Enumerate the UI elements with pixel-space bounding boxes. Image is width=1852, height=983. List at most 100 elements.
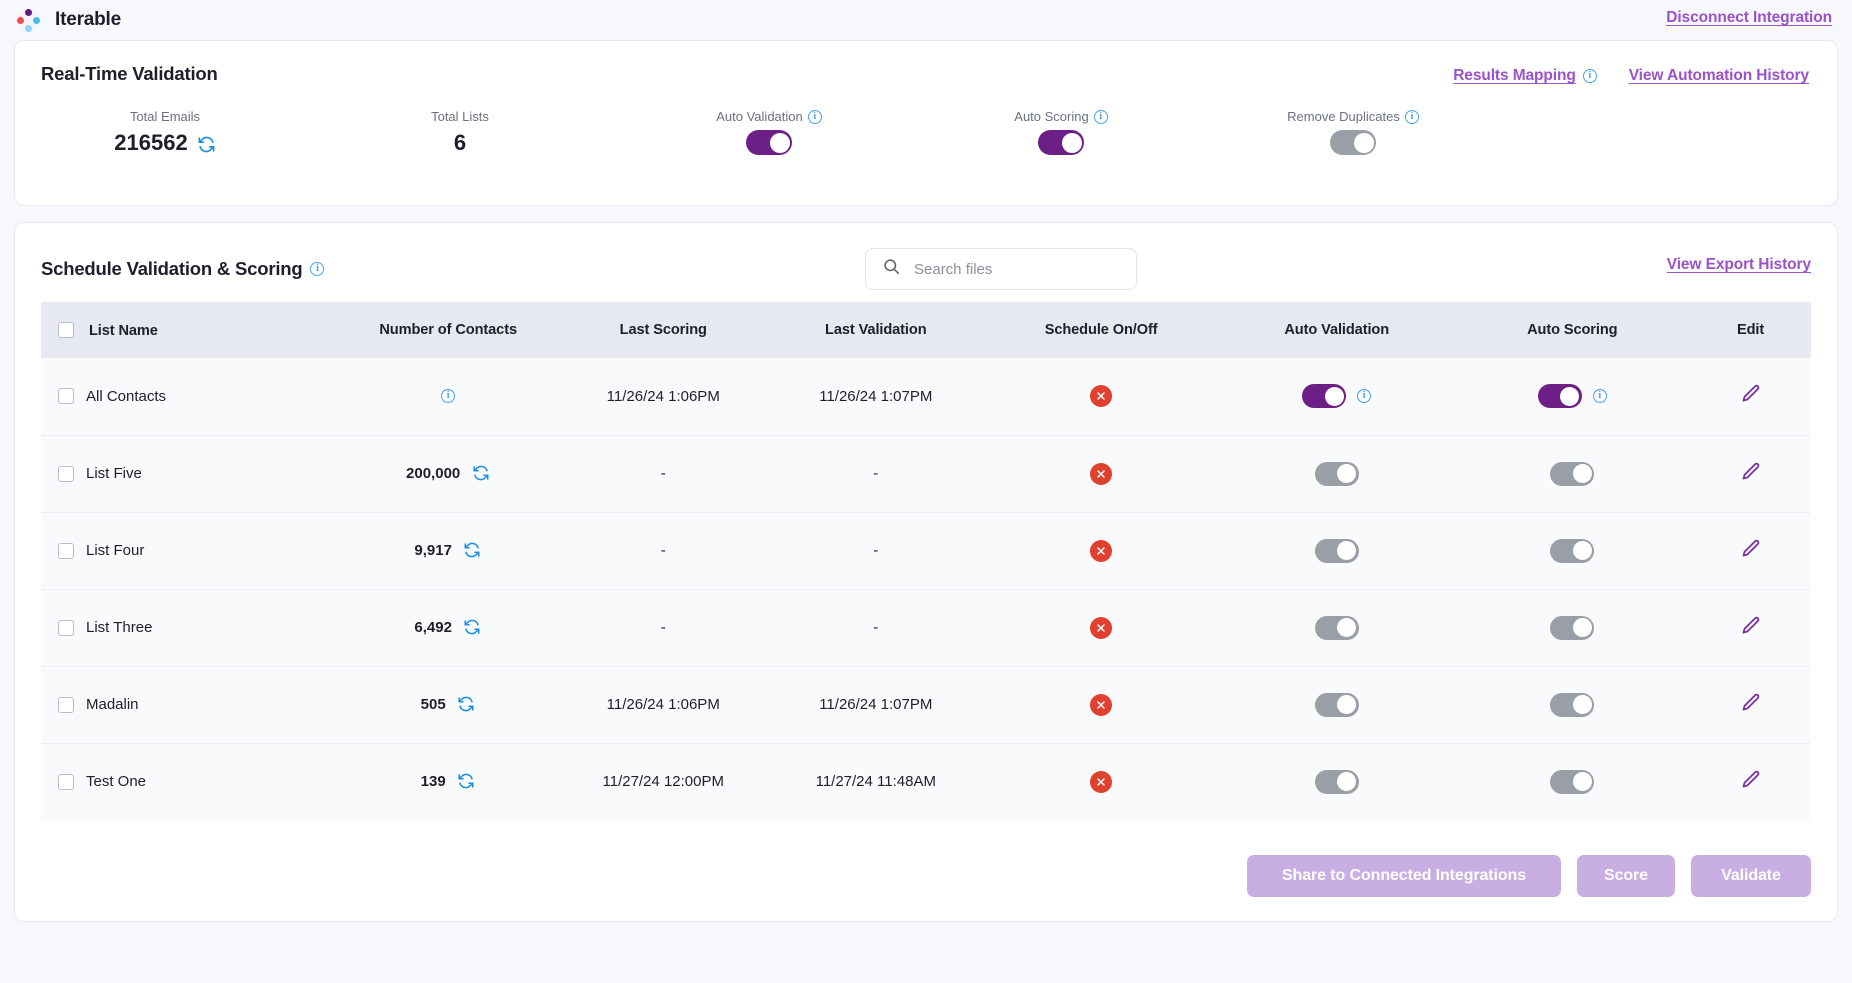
info-icon[interactable]: i (310, 262, 325, 276)
row-edit-cell (1690, 743, 1811, 820)
info-icon[interactable]: i (1592, 389, 1607, 404)
pencil-icon[interactable] (1740, 383, 1762, 409)
schedule-title: Schedule Validation & Scoring (41, 258, 303, 279)
row-last-scoring: 11/27/24 12:00PM (602, 773, 724, 791)
row-last-validation: - (873, 542, 879, 559)
pencil-icon[interactable] (1740, 461, 1762, 487)
row-schedule-cell (983, 589, 1219, 666)
col-header-auto-validation: Auto Validation (1284, 322, 1390, 338)
row-auto-validation-toggle[interactable] (1314, 615, 1359, 640)
row-checkbox[interactable] (58, 388, 74, 405)
auto-scoring-toggle[interactable] (1038, 130, 1084, 155)
circle-x-icon[interactable] (1090, 693, 1113, 716)
circle-x-icon[interactable] (1090, 770, 1113, 793)
info-icon[interactable]: i (1582, 69, 1597, 83)
info-icon[interactable]: i (1357, 389, 1372, 404)
row-name-cell: All Contacts (41, 358, 338, 435)
row-contacts-cell: 139 (338, 743, 558, 820)
circle-x-icon[interactable] (1090, 539, 1113, 562)
auto-validation-toggle[interactable] (746, 130, 792, 155)
iterable-diamond-logo (13, 5, 43, 35)
row-auto-validation-toggle[interactable] (1302, 384, 1347, 409)
auto-scoring-label: Auto Scoring (1014, 109, 1089, 124)
row-auto-scoring-toggle[interactable] (1550, 692, 1595, 717)
row-checkbox[interactable] (58, 619, 74, 636)
table-row: Madalin 505 11/26/24 1:06PM 11/26/24 1:07PM (41, 666, 1811, 743)
row-auto-scoring-toggle[interactable] (1550, 615, 1595, 640)
row-auto-validation-toggle[interactable] (1314, 769, 1359, 794)
toggle-auto-validation-group: Auto Validation i (689, 109, 849, 155)
table-body: All Contacts i 11/26/24 1:06PM 11/26/24 1:0… (41, 358, 1811, 820)
sync-icon[interactable] (197, 134, 216, 153)
info-icon[interactable]: i (1093, 109, 1108, 124)
table-actions: Share to Connected Integrations Score Va… (1247, 855, 1811, 897)
pencil-icon[interactable] (1740, 692, 1762, 718)
info-icon[interactable]: i (441, 389, 456, 404)
auto-scoring-toggle-row (981, 130, 1141, 155)
row-auto-scoring-toggle[interactable] (1550, 461, 1595, 486)
disconnect-integration-link[interactable]: Disconnect Integration (1666, 9, 1832, 27)
row-edit-cell (1690, 666, 1811, 743)
table-header: List Name Number of Contacts Last Scorin… (41, 302, 1811, 358)
select-all-checkbox[interactable] (58, 321, 74, 338)
sync-icon[interactable] (463, 541, 482, 560)
row-last-validation: 11/26/24 1:07PM (819, 696, 933, 713)
sync-icon[interactable] (463, 618, 482, 637)
info-icon[interactable]: i (1404, 109, 1419, 124)
row-checkbox[interactable] (58, 696, 74, 713)
remove-duplicates-toggle-row (1273, 130, 1433, 155)
sync-icon[interactable] (457, 695, 476, 714)
toggle-remove-duplicates-group: Remove Duplicates i (1273, 109, 1433, 155)
row-auto-validation-toggle[interactable] (1314, 461, 1359, 486)
row-name-cell: Test One (41, 743, 338, 820)
stat-total-emails: Total Emails 216562 (99, 109, 231, 156)
row-auto-validation-toggle[interactable] (1314, 538, 1359, 563)
validate-button[interactable]: Validate (1691, 855, 1811, 897)
results-mapping-link[interactable]: Results Mapping (1453, 67, 1576, 85)
table-row: List Three 6,492 - - (41, 589, 1811, 666)
app-topbar: Iterable Disconnect Integration (0, 0, 1852, 40)
table-header-row: List Name Number of Contacts Last Scorin… (41, 302, 1811, 358)
row-auto-validation-toggle[interactable] (1314, 692, 1359, 717)
info-icon[interactable]: i (807, 109, 822, 124)
row-last-scoring: - (660, 542, 666, 559)
stat-total-emails-value: 216562 (114, 130, 188, 155)
search-input[interactable] (914, 260, 1120, 278)
table-row: All Contacts i 11/26/24 1:06PM 11/26/24 1:0… (41, 358, 1811, 435)
share-to-connected-integrations-button[interactable]: Share to Connected Integrations (1247, 855, 1561, 897)
row-edit-cell (1690, 358, 1811, 435)
auto-scoring-label-row: Auto Scoring i (981, 109, 1141, 124)
row-name-cell: List Four (41, 512, 338, 589)
row-list-name: List Five (86, 465, 142, 482)
row-list-name: List Four (86, 542, 145, 559)
results-mapping[interactable]: Results Mapping i (1453, 67, 1597, 85)
row-contacts-value: 139 (420, 773, 446, 791)
row-last-scoring: - (660, 619, 666, 636)
circle-x-icon[interactable] (1090, 616, 1113, 639)
sync-icon[interactable] (471, 464, 490, 483)
view-automation-history-link[interactable]: View Automation History (1629, 67, 1809, 85)
col-header-auto-scoring: Auto Scoring (1527, 322, 1618, 338)
view-export-history-link[interactable]: View Export History (1667, 256, 1811, 274)
row-name-cell: List Three (41, 589, 338, 666)
row-auto-scoring-toggle[interactable] (1537, 384, 1582, 409)
pencil-icon[interactable] (1740, 615, 1762, 641)
row-auto-scoring-toggle[interactable] (1550, 538, 1595, 563)
row-name-cell: List Five (41, 435, 338, 512)
circle-x-icon[interactable] (1090, 385, 1113, 408)
pencil-icon[interactable] (1740, 769, 1762, 795)
row-auto-validation-cell (1219, 666, 1455, 743)
pencil-icon[interactable] (1740, 538, 1762, 564)
row-last-validation: - (873, 465, 879, 482)
circle-x-icon[interactable] (1090, 462, 1113, 485)
row-auto-scoring-toggle[interactable] (1550, 769, 1595, 794)
sync-icon[interactable] (457, 772, 476, 791)
search-files-box[interactable] (865, 248, 1137, 290)
row-checkbox[interactable] (58, 542, 74, 559)
row-checkbox[interactable] (58, 773, 74, 790)
lists-table: List Name Number of Contacts Last Scorin… (41, 302, 1811, 820)
score-button[interactable]: Score (1577, 855, 1675, 897)
toggle-auto-scoring-group: Auto Scoring i (981, 109, 1141, 155)
remove-duplicates-toggle[interactable] (1330, 130, 1376, 155)
row-checkbox[interactable] (58, 465, 74, 482)
